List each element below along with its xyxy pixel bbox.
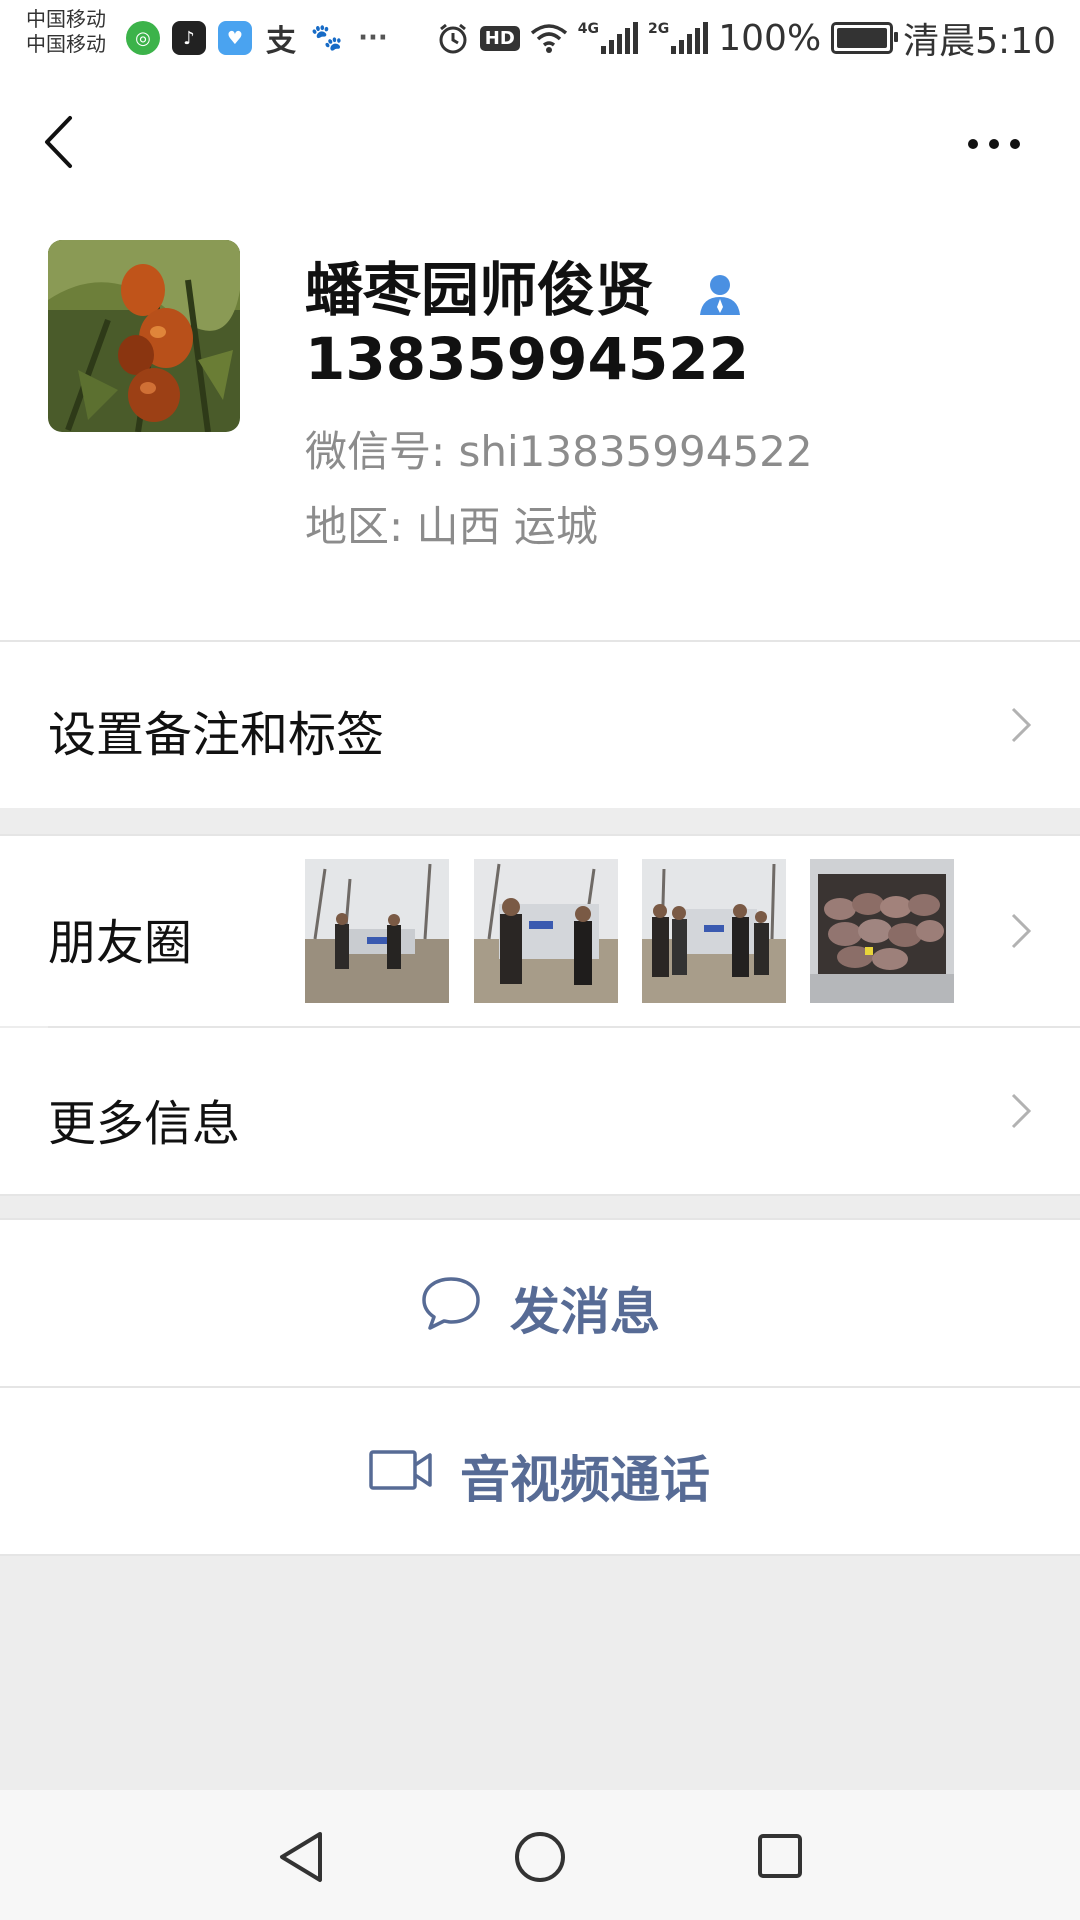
- avatar[interactable]: [48, 240, 240, 432]
- network-2g-label: 2G: [648, 21, 670, 37]
- wechat-id: 微信号: shi13835994522: [305, 427, 813, 476]
- chat-bubble-icon: [422, 1277, 480, 1330]
- top-app-bar: [0, 75, 1080, 205]
- system-navigation-bar: [0, 1790, 1080, 1920]
- hd-icon: HD: [479, 25, 520, 51]
- signal-icon-2: [671, 22, 709, 54]
- carrier-2: 中国移动: [26, 32, 106, 56]
- region: 地区: 山西 运城: [305, 502, 598, 551]
- more-info-label: 更多信息: [48, 1096, 241, 1152]
- moments-thumbnail: [810, 859, 954, 1003]
- status-time: 清晨5:10: [903, 21, 1056, 62]
- carrier-info: 中国移动 中国移动: [26, 7, 136, 57]
- video-call-label: 音视频通话: [460, 1451, 710, 1509]
- divider: [0, 1554, 1080, 1556]
- remark-tags-row[interactable]: 设置备注和标签: [0, 642, 1080, 808]
- video-camera-icon: [369, 1450, 432, 1490]
- remark-tags-label: 设置备注和标签: [48, 707, 385, 763]
- green-app-icon: ◎: [126, 21, 160, 55]
- profile-name: 蟠枣园师俊贤: [305, 256, 654, 324]
- signal-2g: 2G: [648, 21, 709, 54]
- notification-icons: ◎ ♪ ♥ 支 🐾 ···: [126, 18, 390, 59]
- tiktok-icon: ♪: [172, 21, 206, 55]
- more-info-row[interactable]: 更多信息: [0, 1028, 1080, 1194]
- profile-phone: 13835994522: [305, 325, 749, 393]
- clock-icon: [439, 23, 467, 54]
- status-bar: 中国移动 中国移动 ◎ ♪ ♥ 支 🐾 ··· HD 4G 2G 100% 清晨…: [0, 0, 1080, 75]
- chevron-right-icon: [1011, 707, 1032, 743]
- signal-4g: 4G: [578, 22, 638, 54]
- back-chevron-icon[interactable]: [42, 115, 74, 169]
- battery-icon: [831, 22, 899, 54]
- moments-row[interactable]: 朋友圈: [0, 836, 1080, 1026]
- send-message-label: 发消息: [510, 1283, 660, 1341]
- more-dots-icon: ···: [358, 23, 388, 53]
- person-icon: [700, 274, 741, 315]
- signal-icon: [601, 22, 638, 54]
- nav-back-icon[interactable]: [276, 1830, 326, 1884]
- moments-thumbnail: [305, 859, 449, 1003]
- moments-thumbnail: [642, 859, 786, 1003]
- alipay-icon: 支: [266, 24, 296, 59]
- wifi-icon: [530, 24, 567, 53]
- moments-label: 朋友圈: [48, 915, 193, 971]
- chevron-right-icon: [1011, 913, 1032, 949]
- blue-app-icon: ♥: [218, 21, 252, 55]
- network-4g-label: 4G: [577, 21, 599, 37]
- send-message-button[interactable]: 发消息: [0, 1220, 1080, 1386]
- video-call-button[interactable]: 音视频通话: [0, 1388, 1080, 1554]
- divider: [0, 1194, 1080, 1196]
- more-horizontal-icon[interactable]: [966, 137, 1022, 151]
- baidu-icon: 🐾: [310, 23, 344, 53]
- nav-recents-icon[interactable]: [756, 1832, 804, 1880]
- nav-home-icon[interactable]: [513, 1830, 567, 1884]
- carrier-1: 中国移动: [26, 7, 106, 31]
- profile-name-row: 蟠枣园师俊贤: [305, 243, 743, 327]
- moments-thumbnail: [474, 859, 618, 1003]
- status-right: HD 4G 2G 100% 清晨5:10: [436, 14, 1056, 62]
- battery-percent: 100%: [718, 17, 822, 59]
- chevron-right-icon: [1011, 1093, 1032, 1129]
